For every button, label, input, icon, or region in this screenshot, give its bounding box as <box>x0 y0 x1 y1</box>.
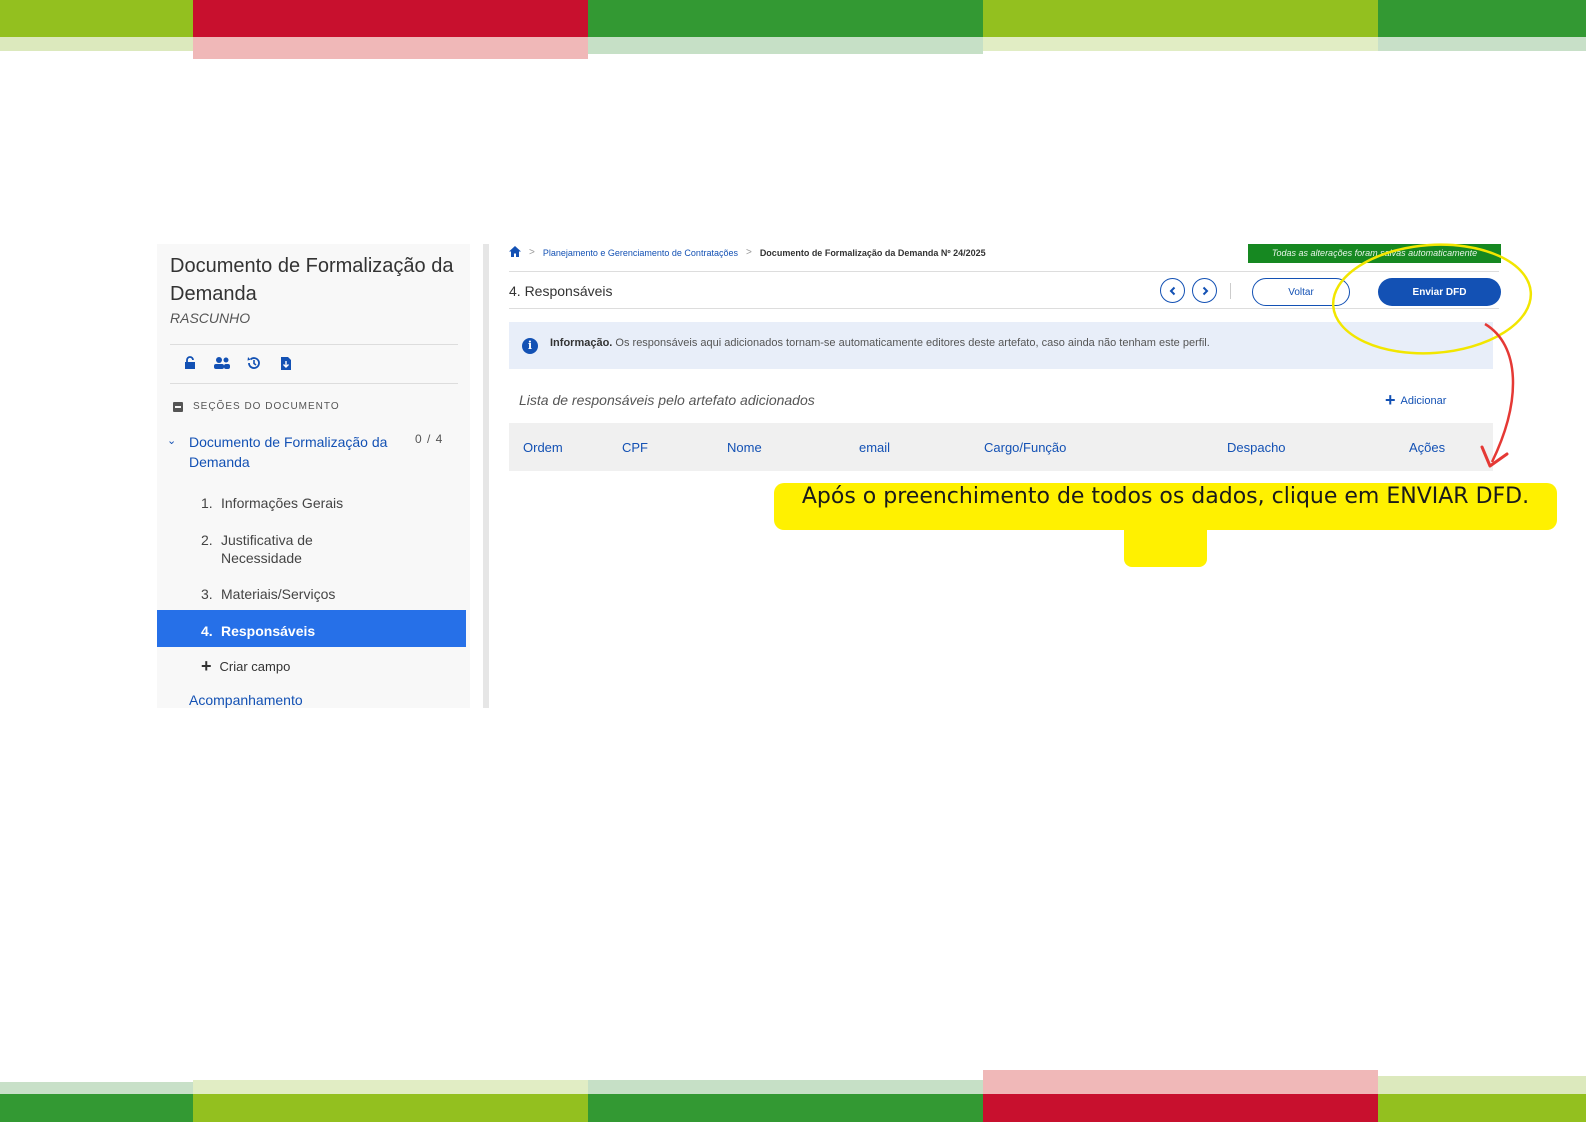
item-number: 4. <box>201 623 213 639</box>
column-header: Cargo/Função <box>984 440 1067 455</box>
previous-step-button[interactable] <box>1160 278 1185 303</box>
sidebar-item-justificativa[interactable]: 2. Justificativa de Necessidade <box>201 531 341 567</box>
info-title: Informação. <box>550 337 613 349</box>
autosave-status: Todas as alterações foram salvas automat… <box>1248 244 1501 263</box>
breadcrumb-current: Documento de Formalização da Demanda Nº … <box>759 247 986 258</box>
criar-campo-label: Criar campo <box>219 659 291 674</box>
adicionar-label: Adicionar <box>1400 394 1447 407</box>
column-header: CPF <box>622 440 648 455</box>
sidebar-item-informacoes-gerais[interactable]: 1. Informações Gerais <box>201 494 343 512</box>
breadcrumb: > Planejamento e Gerenciamento de Contra… <box>509 246 986 259</box>
document-toolbar <box>179 352 297 374</box>
app-screenshot: Documento de Formalização da Demanda RAS… <box>157 244 1511 708</box>
completion-count: 0 / 4 <box>415 432 444 446</box>
info-body: Os responsáveis aqui adicionados tornam-… <box>612 337 1210 349</box>
item-number: 3. <box>201 586 213 602</box>
column-header: email <box>859 440 891 455</box>
divider <box>509 308 1499 309</box>
step-navigation <box>1160 278 1231 303</box>
tree-parent-label: Documento de Formalização da Demanda <box>189 434 388 470</box>
column-header: Ordem <box>523 440 563 455</box>
sections-header[interactable]: SEÇÕES DO DOCUMENTO <box>173 401 340 412</box>
export-icon[interactable] <box>275 352 297 374</box>
criar-campo-button[interactable]: + Criar campo <box>201 656 290 677</box>
enviar-dfd-button[interactable]: Enviar DFD <box>1378 278 1501 306</box>
step-title: 4. Responsáveis <box>509 283 613 299</box>
bottom-decorative-stripe <box>0 1060 1586 1122</box>
document-title: Documento de Formalização da Demanda <box>170 255 454 305</box>
separator <box>1230 282 1231 299</box>
divider <box>170 344 458 345</box>
chevron-left-icon <box>1169 286 1175 295</box>
main-content: > Planejamento e Gerenciamento de Contra… <box>509 244 1511 708</box>
instruction-callout: Após o preenchimento de todos os dados, … <box>801 484 1530 509</box>
table-header: Ordem CPF Nome email Cargo/Função Despac… <box>509 423 1493 471</box>
top-decorative-stripe <box>0 0 1586 62</box>
column-header: Ações <box>1409 440 1446 455</box>
sidebar-resize-handle[interactable] <box>483 244 489 708</box>
item-number: 1. <box>201 495 213 511</box>
plus-icon: + <box>201 656 212 676</box>
chevron-down-icon: ⌄ <box>167 435 177 447</box>
callout-background <box>1124 510 1207 567</box>
divider <box>170 383 458 384</box>
next-step-button[interactable] <box>1192 278 1217 303</box>
home-icon[interactable] <box>509 246 521 259</box>
column-header: Despacho <box>1227 440 1286 455</box>
users-icon[interactable] <box>211 352 233 374</box>
item-label: Materiais/Serviços <box>221 586 336 602</box>
chevron-right-icon: > <box>529 247 535 258</box>
collapse-icon <box>173 401 183 412</box>
chevron-right-icon: > <box>745 247 752 258</box>
info-text: Informação. Os responsáveis aqui adicion… <box>550 337 1210 349</box>
sidebar: Documento de Formalização da Demanda RAS… <box>157 244 470 708</box>
item-label: Responsáveis <box>221 623 316 639</box>
sections-label: SEÇÕES DO DOCUMENTO <box>193 401 340 412</box>
item-label: Informações Gerais <box>221 495 344 511</box>
info-icon: i <box>522 338 538 354</box>
history-icon[interactable] <box>243 352 265 374</box>
item-number: 2. <box>201 532 213 548</box>
plus-icon: + <box>1385 390 1396 410</box>
item-label: Justificativa de Necessidade <box>221 532 313 566</box>
breadcrumb-link[interactable]: Planejamento e Gerenciamento de Contrata… <box>543 248 738 258</box>
info-message: i Informação. Os responsáveis aqui adici… <box>509 322 1493 369</box>
column-header: Nome <box>727 440 762 455</box>
divider <box>509 271 1499 272</box>
chevron-right-icon <box>1202 286 1208 295</box>
unlock-icon[interactable] <box>179 352 201 374</box>
acompanhamento-link[interactable]: Acompanhamento <box>189 692 303 708</box>
adicionar-button[interactable]: + Adicionar <box>1385 390 1446 411</box>
voltar-button[interactable]: Voltar <box>1252 278 1350 306</box>
document-status: RASCUNHO <box>170 310 251 326</box>
list-title: Lista de responsáveis pelo artefato adic… <box>519 392 815 408</box>
sidebar-item-materiais-servicos[interactable]: 3. Materiais/Serviços <box>201 585 335 603</box>
sidebar-item-responsaveis[interactable]: 4. Responsáveis <box>201 622 315 640</box>
